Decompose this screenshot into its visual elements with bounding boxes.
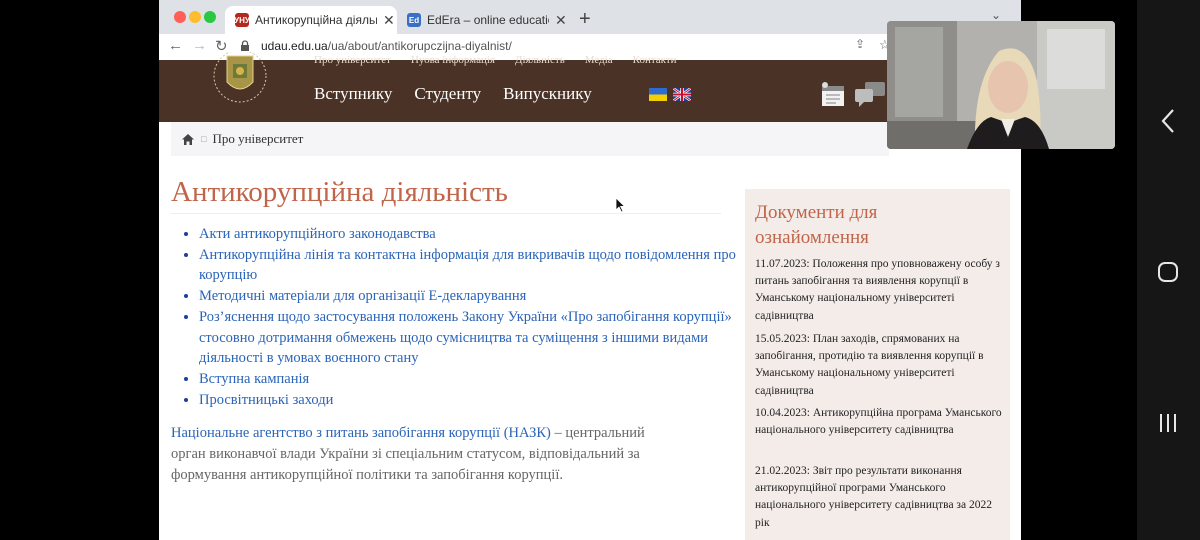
nav-student[interactable]: Студенту [414, 84, 481, 104]
document-item[interactable]: 15.05.2023: План заходів, спрямованих на… [755, 331, 1005, 400]
android-home-button[interactable] [1150, 254, 1186, 290]
top-menu: Про університет Нуова інформація Діяльні… [314, 54, 677, 66]
page-title: Антикорупційна діяльність [171, 176, 508, 208]
home-circle-icon [1158, 262, 1178, 282]
language-switcher [649, 88, 691, 101]
share-icon[interactable]: ⇪ [855, 37, 865, 51]
link-legislation[interactable]: Акти антикорупційного законодавства [199, 226, 436, 242]
top-menu-item[interactable]: Про університет [314, 54, 391, 66]
android-recents-button[interactable] [1150, 405, 1186, 441]
document-item[interactable]: 10.04.2023: Антикорупційна програма Уман… [755, 405, 1005, 439]
list-item: Роз’яснення щодо застосування положень З… [199, 307, 739, 369]
link-e-declaration[interactable]: Методичні матеріали для організації Е-де… [199, 288, 526, 304]
sidebar-title: Документи для ознайомлення [755, 202, 878, 248]
breadcrumb: □ Про університет [171, 122, 889, 156]
home-icon[interactable] [181, 133, 195, 146]
title-divider [171, 213, 721, 214]
list-item: Антикорупційна лінія та контактна інформ… [199, 245, 739, 286]
tab-title: Антикорупційна діяльність - [255, 13, 377, 27]
tab-search-chevron-icon[interactable]: ⌄ [991, 8, 1001, 22]
anticorruption-links-list: Акти антикорупційного законодавства Анти… [179, 224, 739, 410]
mouse-pointer-icon [615, 197, 626, 213]
ukraine-flag-icon[interactable] [649, 88, 667, 101]
url-path: /ua/about/antikorupczijna-diyalnist/ [327, 39, 512, 53]
presenter-video-image [887, 21, 1115, 149]
document-item[interactable]: 21.02.2023: Звіт про результати виконанн… [755, 463, 1005, 532]
close-window-dot[interactable] [174, 11, 186, 23]
edera-favicon-icon: Ed [407, 13, 421, 27]
maximize-window-dot[interactable] [204, 11, 216, 23]
top-menu-item[interactable]: Контакти [633, 54, 677, 66]
nav-applicant[interactable]: Вступнику [314, 84, 392, 104]
top-menu-item[interactable]: Діяльність [515, 54, 565, 66]
android-back-button[interactable] [1150, 103, 1186, 139]
link-admission[interactable]: Вступна кампанія [199, 371, 309, 387]
top-menu-item[interactable]: Нуова інформація [411, 54, 495, 66]
forward-icon[interactable]: → [192, 37, 207, 54]
close-tab-icon[interactable]: ✕ [383, 12, 395, 29]
chevron-left-icon [1161, 109, 1174, 133]
link-educational-events[interactable]: Просвітницькі заходи [199, 392, 333, 408]
list-item: Вступна кампанія [199, 369, 739, 390]
list-item: Методичні матеріали для організації Е-де… [199, 286, 739, 307]
recent-apps-icon [1160, 414, 1176, 432]
university-favicon-icon: УНУ [234, 13, 250, 27]
tab-edera[interactable]: Ed EdEra – online education stud ✕ [397, 6, 569, 34]
nazk-paragraph: Національне агентство з питань запобіган… [171, 423, 661, 486]
chat-icon[interactable] [853, 80, 889, 108]
nazk-link[interactable]: Національне агентство з питань запобіган… [171, 425, 551, 441]
back-icon[interactable]: ← [168, 37, 183, 54]
list-item: Акти антикорупційного законодавства [199, 224, 739, 245]
top-menu-item[interactable]: Медіа [585, 54, 613, 66]
breadcrumb-current[interactable]: Про університет [212, 131, 303, 147]
breadcrumb-separator-icon: □ [201, 134, 207, 144]
video-call-overlay[interactable] [887, 21, 1115, 149]
new-tab-button[interactable]: + [579, 8, 591, 31]
list-item: Просвітницькі заходи [199, 390, 739, 411]
uk-flag-icon[interactable] [673, 88, 691, 101]
documents-sidebar: Документи для ознайомлення 11.07.2023: П… [745, 189, 1010, 540]
tab-anticorruption[interactable]: УНУ Антикорупційна діяльність - ✕ [225, 6, 397, 34]
nav-graduate[interactable]: Випускнику [503, 84, 592, 104]
calendar-icon[interactable] [819, 80, 847, 108]
url-host: udau.edu.ua [261, 39, 328, 53]
university-crest-logo[interactable] [207, 52, 273, 112]
main-navigation: Вступнику Студенту Випускнику [314, 84, 592, 104]
tab-title: EdEra – online education stud [427, 13, 549, 27]
link-clarifications[interactable]: Роз’яснення щодо застосування положень З… [199, 309, 732, 366]
close-tab-icon[interactable]: ✕ [555, 12, 567, 29]
minimize-window-dot[interactable] [189, 11, 201, 23]
document-item[interactable]: 11.07.2023: Положення про уповноважену о… [755, 256, 1005, 325]
site-info-icon[interactable] [239, 40, 251, 52]
link-hotline[interactable]: Антикорупційна лінія та контактна інформ… [199, 247, 736, 284]
